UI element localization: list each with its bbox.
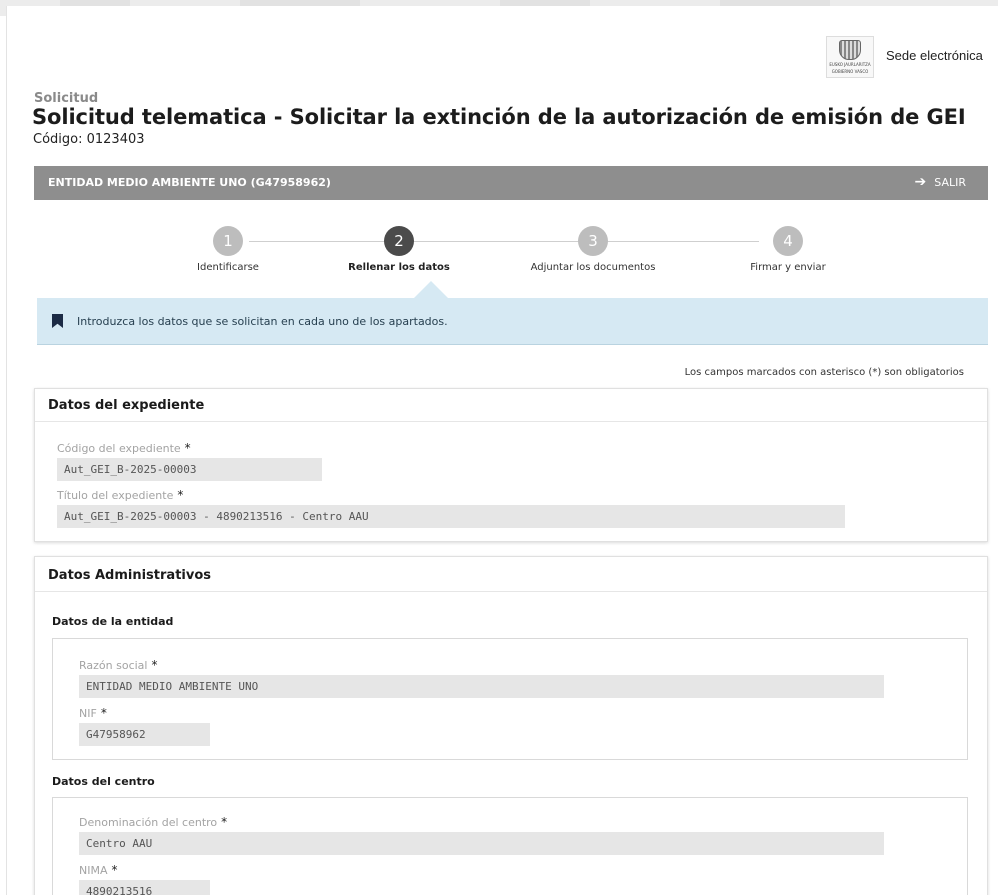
- gobierno-vasco-logo[interactable]: EUSKO JAURLARITZA GOBIERNO VASCO: [826, 36, 874, 78]
- nif-input[interactable]: G47958962: [79, 723, 210, 746]
- required-asterisk: *: [111, 863, 118, 877]
- info-alert: Introduzca los datos que se solicitan en…: [37, 298, 988, 345]
- required-asterisk: *: [221, 815, 228, 829]
- field-label: Denominación del centro: [79, 816, 218, 829]
- sign-out-icon: ➔: [914, 174, 927, 190]
- info-text: Introduzca los datos que se solicitan en…: [77, 314, 448, 328]
- field-codigo-expediente: Código del expediente * Aut_GEI_B-2025-00…: [57, 441, 322, 481]
- field-nif: NIF * G47958962: [79, 706, 210, 746]
- subsection-entidad: Razón social * ENTIDAD MEDIO AMBIENTE UNO…: [52, 638, 968, 760]
- field-nima: NIMA * 4890213516: [79, 863, 210, 895]
- step-label: Adjuntar los documentos: [530, 262, 656, 273]
- step-number: 4: [773, 226, 803, 256]
- field-label: NIF: [79, 707, 97, 720]
- step-label: Rellenar los datos: [348, 262, 450, 273]
- step-number: 1: [213, 226, 243, 256]
- wizard-steps: 1 Identificarse 2 Rellenar los datos 3 A…: [34, 226, 988, 276]
- subsection-heading-entidad: Datos de la entidad: [52, 615, 174, 628]
- section-administrativos: Datos Administrativos Datos de la entida…: [34, 556, 988, 895]
- required-asterisk: *: [100, 706, 107, 720]
- entity-bar: ENTIDAD MEDIO AMBIENTE UNO (G47958962) ➔…: [34, 166, 988, 200]
- denominacion-centro-input[interactable]: Centro AAU: [79, 832, 884, 855]
- section-expediente: Datos del expediente Código del expedien…: [34, 388, 988, 542]
- field-label: Razón social: [79, 659, 148, 672]
- step-1[interactable]: 1 Identificarse: [153, 226, 303, 273]
- sede-electronica-link[interactable]: Sede electrónica: [886, 48, 983, 63]
- field-razon-social: Razón social * ENTIDAD MEDIO AMBIENTE UNO: [79, 658, 884, 698]
- step-2[interactable]: 2 Rellenar los datos: [324, 226, 474, 273]
- field-label: Título del expediente: [57, 489, 174, 502]
- procedure-code: Código: 0123403: [33, 132, 145, 147]
- subsection-heading-centro: Datos del centro: [52, 775, 155, 788]
- required-asterisk: *: [184, 441, 191, 455]
- nima-input[interactable]: 4890213516: [79, 880, 210, 895]
- logout-label: SALIR: [934, 175, 966, 189]
- subsection-centro: Denominación del centro * Centro AAU NIMA…: [52, 797, 968, 895]
- razon-social-input[interactable]: ENTIDAD MEDIO AMBIENTE UNO: [79, 675, 884, 698]
- bookmark-icon: [52, 314, 63, 328]
- logout-button[interactable]: ➔ SALIR: [915, 175, 966, 189]
- info-pointer: [413, 281, 449, 299]
- required-asterisk: *: [177, 488, 184, 502]
- step-label: Identificarse: [197, 262, 259, 273]
- logo-text-2: GOBIERNO VASCO: [831, 69, 869, 74]
- step-number: 2: [384, 226, 414, 256]
- coat-of-arms-icon: [839, 40, 861, 60]
- field-label: NIMA: [79, 864, 108, 877]
- field-titulo-expediente: Título del expediente * Aut_GEI_B-2025-00…: [57, 488, 845, 528]
- entity-name: ENTIDAD MEDIO AMBIENTE UNO (G47958962): [48, 176, 331, 189]
- field-label: Código del expediente: [57, 442, 181, 455]
- step-number: 3: [578, 226, 608, 256]
- codigo-expediente-input[interactable]: Aut_GEI_B-2025-00003: [57, 458, 322, 481]
- step-label: Firmar y enviar: [750, 262, 826, 273]
- required-asterisk: *: [151, 658, 158, 672]
- required-fields-note: Los campos marcados con asterisco (*) so…: [684, 367, 964, 378]
- field-denominacion-centro: Denominación del centro * Centro AAU: [79, 815, 884, 855]
- step-4[interactable]: 4 Firmar y enviar: [713, 226, 863, 273]
- page-title: Solicitud telematica - Solicitar la exti…: [32, 105, 966, 129]
- step-3[interactable]: 3 Adjuntar los documentos: [518, 226, 668, 273]
- breadcrumb: Solicitud: [34, 91, 99, 106]
- section-heading: Datos Administrativos: [35, 557, 987, 592]
- titulo-expediente-input[interactable]: Aut_GEI_B-2025-00003 - 4890213516 - Cent…: [57, 505, 845, 528]
- logo-text-1: EUSKO JAURLARITZA: [829, 62, 871, 67]
- section-heading: Datos del expediente: [35, 389, 987, 422]
